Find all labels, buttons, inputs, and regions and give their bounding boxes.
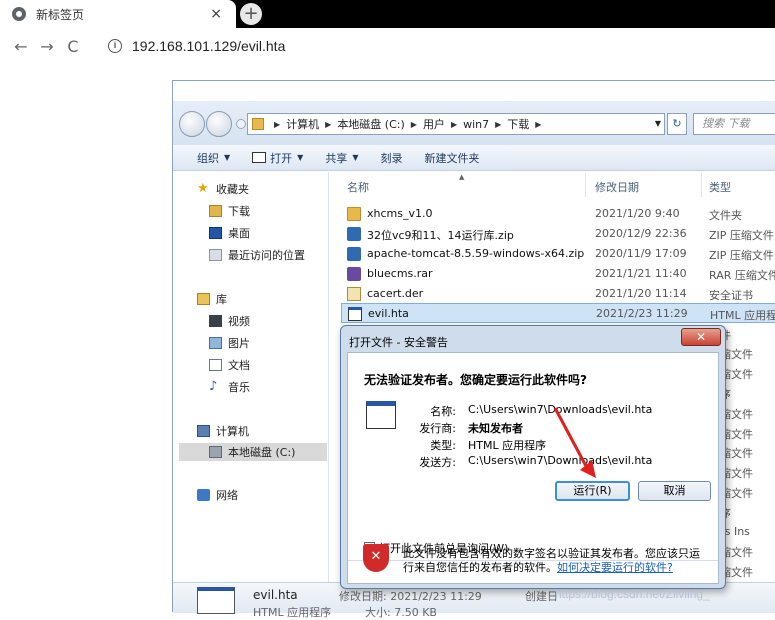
annotation-arrow xyxy=(553,407,596,478)
watermark: https://blog.csdn.net/Zllviing_ xyxy=(555,587,710,601)
